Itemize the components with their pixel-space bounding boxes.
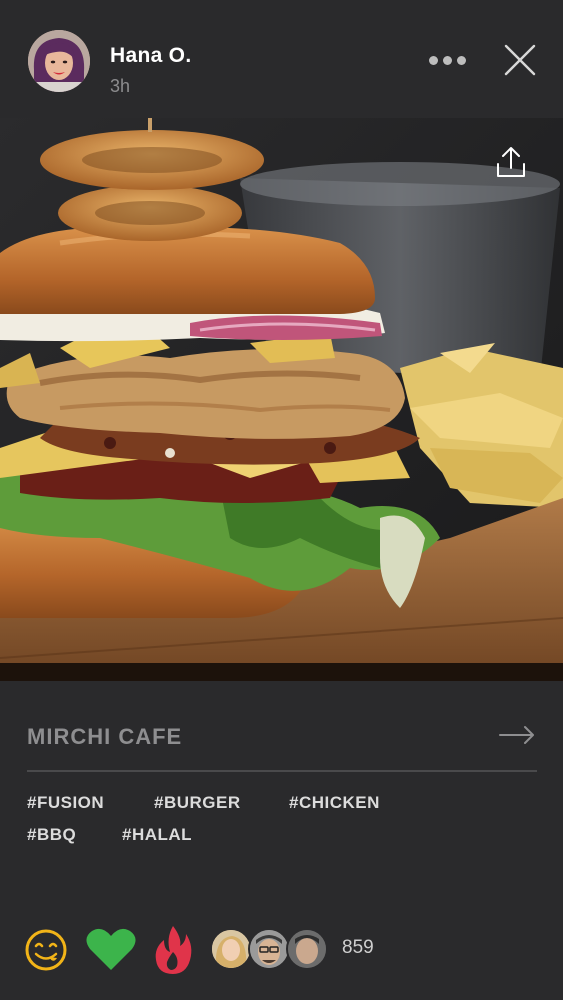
place-name[interactable]: MIRCHI CAFE <box>27 724 182 750</box>
yum-reaction-button[interactable] <box>22 926 70 979</box>
hashtag[interactable]: #BBQ <box>27 825 76 845</box>
friend-avatar[interactable] <box>248 928 290 970</box>
fire-reaction-button[interactable] <box>152 924 194 981</box>
arrow-right-icon <box>499 726 534 744</box>
fire-icon <box>155 926 192 974</box>
hashtag[interactable]: #CHICKEN <box>289 793 380 813</box>
reaction-count[interactable]: 859 <box>342 937 374 959</box>
yum-face-icon <box>25 929 67 971</box>
share-upload-icon <box>497 147 525 177</box>
share-button[interactable] <box>490 142 532 184</box>
author-avatar[interactable] <box>28 30 90 92</box>
post-photo[interactable] <box>0 118 563 681</box>
post-timestamp: 3h <box>110 76 131 96</box>
more-options-button[interactable] <box>424 44 470 76</box>
more-dots-icon <box>428 55 438 65</box>
close-icon <box>504 44 536 76</box>
place-row[interactable]: MIRCHI CAFE <box>27 716 537 756</box>
heart-icon <box>86 928 136 970</box>
hashtag[interactable]: #BURGER <box>154 793 241 813</box>
friend-avatar[interactable] <box>210 928 252 970</box>
close-button[interactable] <box>500 40 540 80</box>
hashtag[interactable]: #FUSION <box>27 793 104 813</box>
post-header: Hana O. 3h <box>0 0 563 118</box>
friend-avatar[interactable] <box>286 928 328 970</box>
divider <box>27 770 537 772</box>
author-name[interactable]: Hana O. <box>110 44 191 68</box>
heart-reaction-button[interactable] <box>84 926 138 979</box>
hashtag[interactable]: #HALAL <box>122 825 192 845</box>
reactions-bar: 859 <box>0 920 563 980</box>
place-arrow-button[interactable] <box>497 720 537 750</box>
